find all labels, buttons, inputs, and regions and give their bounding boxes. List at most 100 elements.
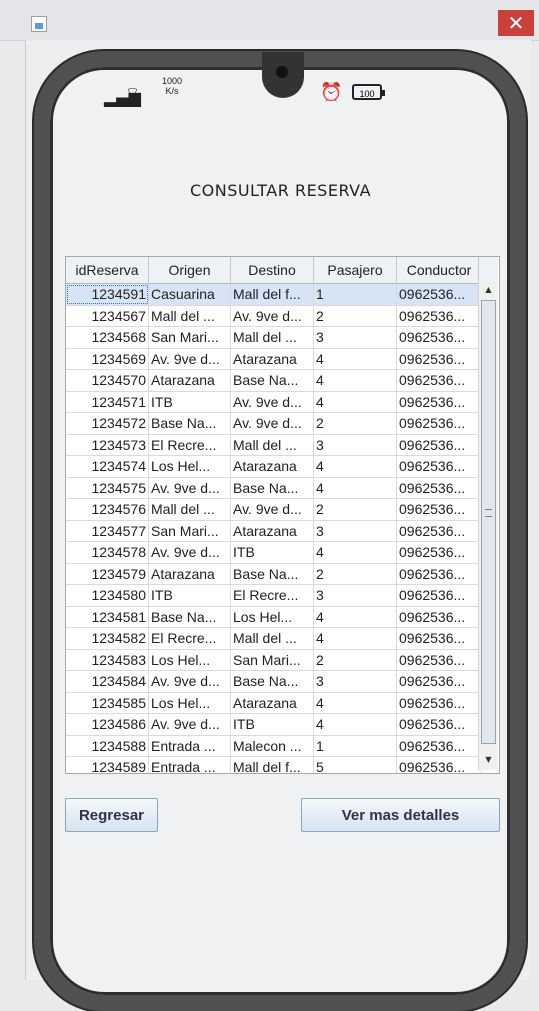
cell-pasajero[interactable]: 3 bbox=[313, 670, 397, 693]
cell-idreserva[interactable]: 1234589 bbox=[66, 756, 149, 773]
cell-origen[interactable]: Mall del ... bbox=[148, 305, 231, 327]
cell-destino[interactable]: El Recre... bbox=[230, 584, 314, 607]
cell-idreserva[interactable]: 1234568 bbox=[66, 326, 149, 349]
cell-idreserva[interactable]: 1234573 bbox=[66, 434, 149, 456]
cell-destino[interactable]: Mall del ... bbox=[230, 434, 314, 456]
column-header-origen[interactable]: Origen bbox=[148, 257, 231, 284]
cell-conductor[interactable]: 0962536... bbox=[396, 477, 482, 499]
cell-pasajero[interactable]: 4 bbox=[313, 713, 397, 736]
cell-idreserva[interactable]: 1234591 bbox=[66, 283, 149, 306]
cell-destino[interactable]: Atarazana bbox=[230, 520, 314, 542]
cell-origen[interactable]: Los Hel... bbox=[148, 692, 231, 714]
table-row[interactable]: 1234581 Base Na... Los Hel... 4 0962536... bbox=[66, 606, 482, 628]
cell-idreserva[interactable]: 1234578 bbox=[66, 541, 149, 564]
cell-origen[interactable]: Entrada ... bbox=[148, 756, 231, 773]
cell-destino[interactable]: Mall del ... bbox=[230, 326, 314, 349]
cell-idreserva[interactable]: 1234585 bbox=[66, 692, 149, 714]
cell-idreserva[interactable]: 1234577 bbox=[66, 520, 149, 542]
cell-destino[interactable]: Los Hel... bbox=[230, 606, 314, 628]
column-header-idreserva[interactable]: idReserva bbox=[66, 257, 149, 284]
cell-pasajero[interactable]: 3 bbox=[313, 584, 397, 607]
table-row[interactable]: 1234572 Base Na... Av. 9ve d... 2 0962536... bbox=[66, 412, 482, 435]
cell-pasajero[interactable]: 2 bbox=[313, 563, 397, 585]
cell-idreserva[interactable]: 1234583 bbox=[66, 649, 149, 671]
cell-destino[interactable]: San Mari... bbox=[230, 649, 314, 671]
table-row[interactable]: 1234584 Av. 9ve d... Base Na... 3 0962536... bbox=[66, 670, 482, 693]
cell-idreserva[interactable]: 1234575 bbox=[66, 477, 149, 499]
cell-origen[interactable]: ITB bbox=[148, 584, 231, 607]
cell-destino[interactable]: ITB bbox=[230, 541, 314, 564]
cell-origen[interactable]: San Mari... bbox=[148, 520, 231, 542]
cell-origen[interactable]: Atarazana bbox=[148, 369, 231, 392]
cell-conductor[interactable]: 0962536... bbox=[396, 520, 482, 542]
table-row[interactable]: 1234573 El Recre... Mall del ... 3 0962536..… bbox=[66, 434, 482, 456]
cell-destino[interactable]: Mall del f... bbox=[230, 756, 314, 773]
cell-origen[interactable]: ITB bbox=[148, 391, 231, 413]
table-row[interactable]: 1234591 Casuarina Mall del f... 1 0962536... bbox=[66, 283, 482, 306]
cell-origen[interactable]: San Mari... bbox=[148, 326, 231, 349]
cell-destino[interactable]: Av. 9ve d... bbox=[230, 305, 314, 327]
table-row[interactable]: 1234583 Los Hel... San Mari... 2 0962536... bbox=[66, 649, 482, 671]
cell-idreserva[interactable]: 1234586 bbox=[66, 713, 149, 736]
cell-origen[interactable]: Atarazana bbox=[148, 563, 231, 585]
cell-conductor[interactable]: 0962536... bbox=[396, 584, 482, 607]
cell-destino[interactable]: Malecon ... bbox=[230, 735, 314, 757]
table-row[interactable]: 1234574 Los Hel... Atarazana 4 0962536... bbox=[66, 455, 482, 478]
cell-pasajero[interactable]: 2 bbox=[313, 412, 397, 435]
cell-pasajero[interactable]: 2 bbox=[313, 649, 397, 671]
cell-origen[interactable]: Base Na... bbox=[148, 606, 231, 628]
cell-idreserva[interactable]: 1234567 bbox=[66, 305, 149, 327]
cell-origen[interactable]: El Recre... bbox=[148, 627, 231, 650]
cell-conductor[interactable]: 0962536... bbox=[396, 498, 482, 521]
cell-destino[interactable]: Base Na... bbox=[230, 563, 314, 585]
cell-conductor[interactable]: 0962536... bbox=[396, 348, 482, 370]
cell-idreserva[interactable]: 1234572 bbox=[66, 412, 149, 435]
cell-conductor[interactable]: 0962536... bbox=[396, 606, 482, 628]
cell-conductor[interactable]: 0962536... bbox=[396, 713, 482, 736]
cell-conductor[interactable]: 0962536... bbox=[396, 434, 482, 456]
cell-idreserva[interactable]: 1234576 bbox=[66, 498, 149, 521]
table-row[interactable]: 1234585 Los Hel... Atarazana 4 0962536... bbox=[66, 692, 482, 714]
cell-conductor[interactable]: 0962536... bbox=[396, 735, 482, 757]
cell-conductor[interactable]: 0962536... bbox=[396, 305, 482, 327]
cell-pasajero[interactable]: 4 bbox=[313, 348, 397, 370]
cell-pasajero[interactable]: 4 bbox=[313, 391, 397, 413]
cell-idreserva[interactable]: 1234574 bbox=[66, 455, 149, 478]
column-header-destino[interactable]: Destino bbox=[230, 257, 314, 284]
cell-conductor[interactable]: 0962536... bbox=[396, 756, 482, 773]
cell-pasajero[interactable]: 3 bbox=[313, 520, 397, 542]
table-row[interactable]: 1234569 Av. 9ve d... Atarazana 4 0962536... bbox=[66, 348, 482, 370]
cell-destino[interactable]: Atarazana bbox=[230, 455, 314, 478]
cell-conductor[interactable]: 0962536... bbox=[396, 692, 482, 714]
scroll-down-arrow-icon[interactable]: ▼ bbox=[479, 751, 498, 768]
cell-conductor[interactable]: 0962536... bbox=[396, 412, 482, 435]
cell-idreserva[interactable]: 1234584 bbox=[66, 670, 149, 693]
cell-destino[interactable]: Av. 9ve d... bbox=[230, 391, 314, 413]
ver-mas-detalles-button[interactable]: Ver mas detalles bbox=[301, 798, 500, 832]
scroll-thumb[interactable] bbox=[481, 300, 496, 744]
regresar-button[interactable]: Regresar bbox=[65, 798, 158, 832]
cell-conductor[interactable]: 0962536... bbox=[396, 627, 482, 650]
table-row[interactable]: 1234570 Atarazana Base Na... 4 0962536... bbox=[66, 369, 482, 392]
cell-idreserva[interactable]: 1234569 bbox=[66, 348, 149, 370]
cell-conductor[interactable]: 0962536... bbox=[396, 670, 482, 693]
cell-pasajero[interactable]: 1 bbox=[313, 735, 397, 757]
cell-conductor[interactable]: 0962536... bbox=[396, 649, 482, 671]
table-row[interactable]: 1234575 Av. 9ve d... Base Na... 4 0962536... bbox=[66, 477, 482, 499]
cell-origen[interactable]: Av. 9ve d... bbox=[148, 477, 231, 499]
cell-idreserva[interactable]: 1234579 bbox=[66, 563, 149, 585]
cell-idreserva[interactable]: 1234570 bbox=[66, 369, 149, 392]
cell-pasajero[interactable]: 4 bbox=[313, 606, 397, 628]
close-button[interactable]: ✕ bbox=[498, 10, 534, 36]
table-row[interactable]: 1234568 San Mari... Mall del ... 3 0962536..… bbox=[66, 326, 482, 349]
table-row[interactable]: 1234580 ITB El Recre... 3 0962536... bbox=[66, 584, 482, 607]
table-row[interactable]: 1234586 Av. 9ve d... ITB 4 0962536... bbox=[66, 713, 482, 736]
cell-origen[interactable]: Av. 9ve d... bbox=[148, 348, 231, 370]
table-row[interactable]: 1234567 Mall del ... Av. 9ve d... 2 0962536.… bbox=[66, 305, 482, 327]
table-row[interactable]: 1234578 Av. 9ve d... ITB 4 0962536... bbox=[66, 541, 482, 564]
table-row[interactable]: 1234576 Mall del ... Av. 9ve d... 2 0962536.… bbox=[66, 498, 482, 521]
cell-idreserva[interactable]: 1234580 bbox=[66, 584, 149, 607]
table-row[interactable]: 1234579 Atarazana Base Na... 2 0962536... bbox=[66, 563, 482, 585]
cell-pasajero[interactable]: 3 bbox=[313, 434, 397, 456]
cell-pasajero[interactable]: 5 bbox=[313, 756, 397, 773]
